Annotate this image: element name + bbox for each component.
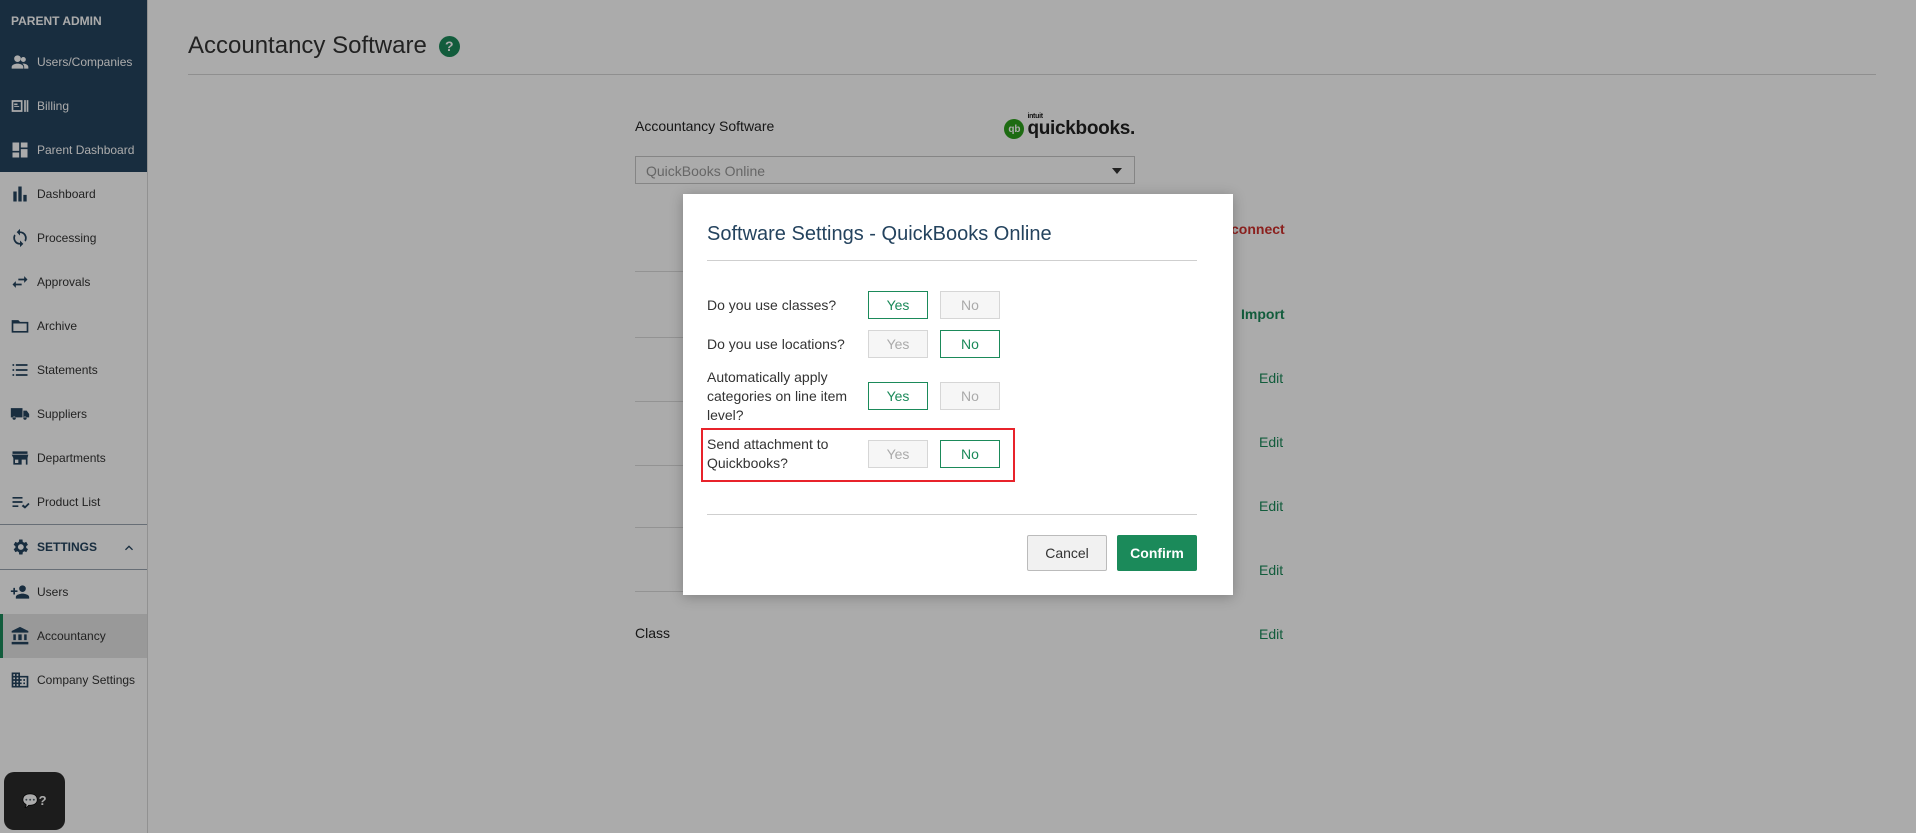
locations-no-toggle[interactable]: No bbox=[940, 330, 1000, 358]
auto-categories-yes-toggle[interactable]: Yes bbox=[868, 382, 928, 410]
question-label: Automatically apply categories on line i… bbox=[707, 369, 848, 423]
modal-divider bbox=[707, 514, 1197, 515]
modal-title: Software Settings - QuickBooks Online bbox=[707, 223, 1052, 245]
software-settings-modal: Software Settings - QuickBooks Online Do… bbox=[683, 194, 1233, 595]
locations-yes-toggle[interactable]: Yes bbox=[868, 330, 928, 358]
auto-categories-no-toggle[interactable]: No bbox=[940, 382, 1000, 410]
attachment-yes-toggle[interactable]: Yes bbox=[868, 440, 928, 468]
modal-divider bbox=[707, 260, 1197, 261]
question-label: Do you use classes? bbox=[707, 297, 837, 313]
classes-yes-toggle[interactable]: Yes bbox=[868, 291, 928, 319]
cancel-button[interactable]: Cancel bbox=[1027, 535, 1107, 571]
confirm-button[interactable]: Confirm bbox=[1117, 535, 1197, 571]
question-label: Send attachment to Quickbooks? bbox=[707, 436, 829, 471]
question-label: Do you use locations? bbox=[707, 336, 845, 352]
attachment-no-toggle[interactable]: No bbox=[940, 440, 1000, 468]
classes-no-toggle[interactable]: No bbox=[940, 291, 1000, 319]
